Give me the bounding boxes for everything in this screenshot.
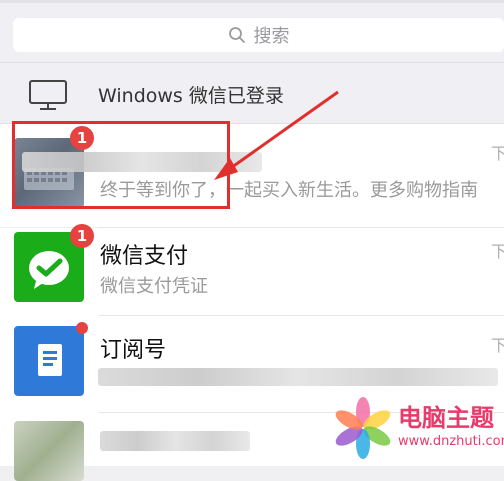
watermark: 电脑主题 www.dnzhuti.com bbox=[330, 392, 504, 466]
pinwheel-logo-icon bbox=[335, 397, 391, 459]
watermark-url: www.dnzhuti.com bbox=[398, 434, 504, 449]
watermark-title: 电脑主题 bbox=[398, 404, 494, 432]
